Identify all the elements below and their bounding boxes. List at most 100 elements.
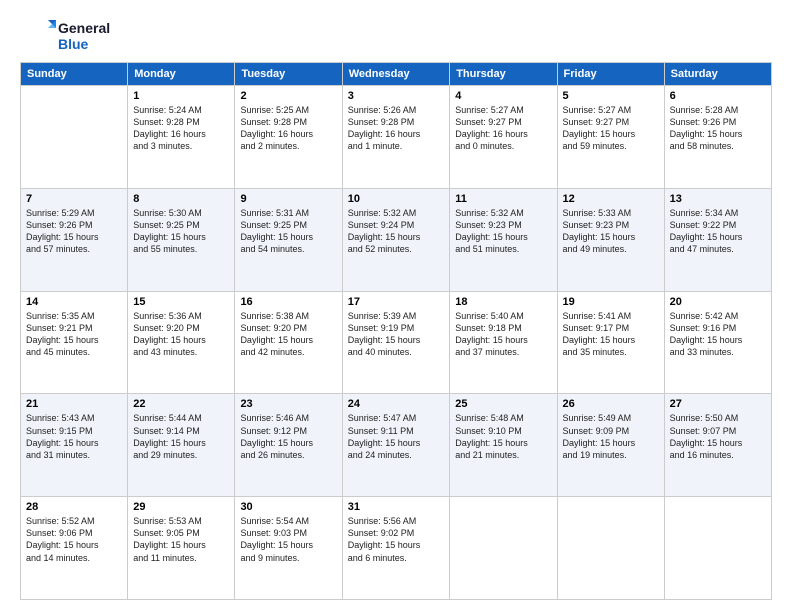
day-info: Sunrise: 5:48 AM Sunset: 9:10 PM Dayligh… — [455, 412, 551, 461]
day-info: Sunrise: 5:54 AM Sunset: 9:03 PM Dayligh… — [240, 515, 336, 564]
calendar-cell: 18Sunrise: 5:40 AM Sunset: 9:18 PM Dayli… — [450, 291, 557, 394]
day-info: Sunrise: 5:27 AM Sunset: 9:27 PM Dayligh… — [563, 104, 659, 153]
calendar-cell: 13 Sunrise: 5:34 AM Sunset: 9:22 PM Dayli… — [664, 188, 771, 291]
weekday-thursday: Thursday — [450, 63, 557, 86]
day-number: 24 — [348, 398, 445, 410]
day-number: 10 — [348, 193, 445, 205]
day-info: Sunrise: 5:53 AM Sunset: 9:05 PM Dayligh… — [133, 515, 229, 564]
day-info: Sunrise: 5:41 AM Sunset: 9:17 PM Dayligh… — [563, 310, 659, 359]
calendar-cell: 12Sunrise: 5:33 AM Sunset: 9:23 PM Dayli… — [557, 188, 664, 291]
calendar-cell: 23 Sunrise: 5:46 AM Sunset: 9:12 PM Dayli… — [235, 394, 342, 497]
day-info: Sunrise: 5:25 AM Sunset: 9:28 PM Dayligh… — [240, 104, 336, 153]
day-number: 14 — [26, 296, 122, 308]
day-info: Sunrise: 5:30 AM Sunset: 9:25 PM Dayligh… — [133, 207, 229, 256]
day-number: 25 — [455, 398, 551, 410]
weekday-saturday: Saturday — [664, 63, 771, 86]
day-number: 15 — [133, 296, 229, 308]
weekday-tuesday: Tuesday — [235, 63, 342, 86]
day-info: Sunrise: 5:26 AM Sunset: 9:28 PM Dayligh… — [348, 104, 445, 153]
calendar-cell: 22 Sunrise: 5:44 AM Sunset: 9:14 PM Dayli… — [128, 394, 235, 497]
week-row-2: 7 Sunrise: 5:29 AM Sunset: 9:26 PM Daylig… — [21, 188, 772, 291]
day-number: 6 — [670, 90, 766, 102]
calendar-cell — [557, 497, 664, 600]
day-number: 1 — [133, 90, 229, 102]
day-number: 26 — [563, 398, 659, 410]
day-number: 7 — [26, 193, 122, 205]
day-number: 4 — [455, 90, 551, 102]
weekday-friday: Friday — [557, 63, 664, 86]
calendar-cell: 11 Sunrise: 5:32 AM Sunset: 9:23 PM Dayli… — [450, 188, 557, 291]
day-number: 8 — [133, 193, 229, 205]
day-number: 22 — [133, 398, 229, 410]
weekday-monday: Monday — [128, 63, 235, 86]
day-number: 13 — [670, 193, 766, 205]
calendar-cell: 8 Sunrise: 5:30 AM Sunset: 9:25 PM Daylig… — [128, 188, 235, 291]
calendar-cell — [664, 497, 771, 600]
day-info: Sunrise: 5:34 AM Sunset: 9:22 PM Dayligh… — [670, 207, 766, 256]
week-row-4: 21 Sunrise: 5:43 AM Sunset: 9:15 PM Dayli… — [21, 394, 772, 497]
day-info: Sunrise: 5:38 AM Sunset: 9:20 PM Dayligh… — [240, 310, 336, 359]
calendar-cell — [450, 497, 557, 600]
weekday-sunday: Sunday — [21, 63, 128, 86]
calendar-cell: 2Sunrise: 5:25 AM Sunset: 9:28 PM Daylig… — [235, 86, 342, 189]
day-number: 11 — [455, 193, 551, 205]
day-number: 16 — [240, 296, 336, 308]
day-info: Sunrise: 5:39 AM Sunset: 9:19 PM Dayligh… — [348, 310, 445, 359]
calendar-cell: 24 Sunrise: 5:47 AM Sunset: 9:11 PM Dayli… — [342, 394, 450, 497]
day-number: 31 — [348, 501, 445, 513]
week-row-1: 1 Sunrise: 5:24 AM Sunset: 9:28 PM Daylig… — [21, 86, 772, 189]
day-info: Sunrise: 5:50 AM Sunset: 9:07 PM Dayligh… — [670, 412, 766, 461]
logo: General Blue — [20, 18, 110, 54]
calendar-cell: 21 Sunrise: 5:43 AM Sunset: 9:15 PM Dayli… — [21, 394, 128, 497]
calendar-cell: 9Sunrise: 5:31 AM Sunset: 9:25 PM Daylig… — [235, 188, 342, 291]
calendar-cell: 16 Sunrise: 5:38 AM Sunset: 9:20 PM Dayli… — [235, 291, 342, 394]
day-info: Sunrise: 5:24 AM Sunset: 9:28 PM Dayligh… — [133, 104, 229, 153]
calendar-cell: 27Sunrise: 5:50 AM Sunset: 9:07 PM Dayli… — [664, 394, 771, 497]
calendar-cell: 4 Sunrise: 5:27 AM Sunset: 9:27 PM Daylig… — [450, 86, 557, 189]
day-info: Sunrise: 5:33 AM Sunset: 9:23 PM Dayligh… — [563, 207, 659, 256]
logo-graphic: General Blue — [20, 18, 110, 54]
calendar-cell: 20 Sunrise: 5:42 AM Sunset: 9:16 PM Dayli… — [664, 291, 771, 394]
day-info: Sunrise: 5:42 AM Sunset: 9:16 PM Dayligh… — [670, 310, 766, 359]
logo-line2: Blue — [58, 36, 110, 52]
calendar-cell: 17 Sunrise: 5:39 AM Sunset: 9:19 PM Dayli… — [342, 291, 450, 394]
calendar-cell: 7 Sunrise: 5:29 AM Sunset: 9:26 PM Daylig… — [21, 188, 128, 291]
weekday-wednesday: Wednesday — [342, 63, 450, 86]
header: General Blue — [20, 18, 772, 54]
day-number: 23 — [240, 398, 336, 410]
day-info: Sunrise: 5:31 AM Sunset: 9:25 PM Dayligh… — [240, 207, 336, 256]
day-number: 18 — [455, 296, 551, 308]
calendar-cell: 1 Sunrise: 5:24 AM Sunset: 9:28 PM Daylig… — [128, 86, 235, 189]
day-info: Sunrise: 5:27 AM Sunset: 9:27 PM Dayligh… — [455, 104, 551, 153]
logo-line1: General — [58, 20, 110, 36]
day-number: 20 — [670, 296, 766, 308]
day-info: Sunrise: 5:29 AM Sunset: 9:26 PM Dayligh… — [26, 207, 122, 256]
day-info: Sunrise: 5:46 AM Sunset: 9:12 PM Dayligh… — [240, 412, 336, 461]
calendar-cell: 29 Sunrise: 5:53 AM Sunset: 9:05 PM Dayli… — [128, 497, 235, 600]
calendar-cell: 26 Sunrise: 5:49 AM Sunset: 9:09 PM Dayli… — [557, 394, 664, 497]
calendar-cell: 28 Sunrise: 5:52 AM Sunset: 9:06 PM Dayli… — [21, 497, 128, 600]
calendar-cell: 19Sunrise: 5:41 AM Sunset: 9:17 PM Dayli… — [557, 291, 664, 394]
day-number: 29 — [133, 501, 229, 513]
day-info: Sunrise: 5:44 AM Sunset: 9:14 PM Dayligh… — [133, 412, 229, 461]
day-number: 21 — [26, 398, 122, 410]
day-info: Sunrise: 5:32 AM Sunset: 9:23 PM Dayligh… — [455, 207, 551, 256]
calendar-cell: 3Sunrise: 5:26 AM Sunset: 9:28 PM Daylig… — [342, 86, 450, 189]
day-info: Sunrise: 5:49 AM Sunset: 9:09 PM Dayligh… — [563, 412, 659, 461]
calendar-table: SundayMondayTuesdayWednesdayThursdayFrid… — [20, 62, 772, 600]
day-info: Sunrise: 5:52 AM Sunset: 9:06 PM Dayligh… — [26, 515, 122, 564]
calendar-cell: 25 Sunrise: 5:48 AM Sunset: 9:10 PM Dayli… — [450, 394, 557, 497]
day-number: 28 — [26, 501, 122, 513]
day-number: 5 — [563, 90, 659, 102]
day-number: 17 — [348, 296, 445, 308]
calendar-cell: 30 Sunrise: 5:54 AM Sunset: 9:03 PM Dayli… — [235, 497, 342, 600]
calendar-cell: 6 Sunrise: 5:28 AM Sunset: 9:26 PM Daylig… — [664, 86, 771, 189]
week-row-3: 14Sunrise: 5:35 AM Sunset: 9:21 PM Dayli… — [21, 291, 772, 394]
calendar-cell: 5 Sunrise: 5:27 AM Sunset: 9:27 PM Daylig… — [557, 86, 664, 189]
day-info: Sunrise: 5:43 AM Sunset: 9:15 PM Dayligh… — [26, 412, 122, 461]
day-info: Sunrise: 5:47 AM Sunset: 9:11 PM Dayligh… — [348, 412, 445, 461]
calendar-cell: 31Sunrise: 5:56 AM Sunset: 9:02 PM Dayli… — [342, 497, 450, 600]
day-number: 30 — [240, 501, 336, 513]
day-info: Sunrise: 5:28 AM Sunset: 9:26 PM Dayligh… — [670, 104, 766, 153]
calendar-cell — [21, 86, 128, 189]
